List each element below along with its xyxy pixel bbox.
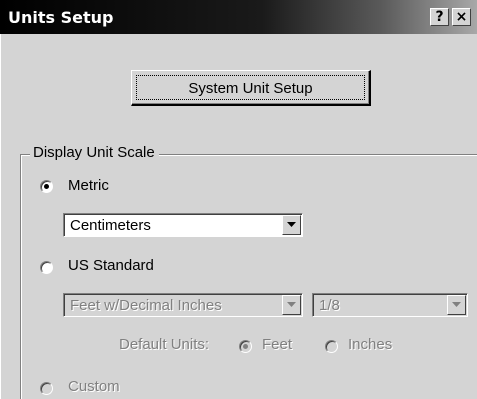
us-format-value: Feet w/Decimal Inches (70, 297, 222, 314)
metric-radio[interactable] (40, 180, 53, 193)
us-standard-label[interactable]: US Standard (68, 257, 154, 274)
radio-selected-dot (44, 184, 49, 189)
metric-label[interactable]: Metric (68, 177, 109, 194)
metric-units-dropdown[interactable]: Centimeters (63, 213, 303, 237)
display-unit-scale-title: Display Unit Scale (30, 144, 159, 161)
chevron-down-icon (452, 302, 461, 307)
help-button[interactable]: ? (430, 8, 449, 26)
custom-radio[interactable] (40, 382, 53, 395)
default-units-label: Default Units: (119, 336, 210, 353)
title-bar[interactable]: Units Setup ? × (0, 0, 477, 34)
inches-radio[interactable] (325, 340, 338, 353)
us-fraction-value: 1/8 (319, 297, 340, 314)
dropdown-button[interactable] (447, 295, 466, 315)
close-button[interactable]: × (452, 8, 471, 26)
inches-label[interactable]: Inches (348, 336, 392, 353)
custom-label[interactable]: Custom (68, 378, 120, 395)
us-fraction-dropdown[interactable]: 1/8 (312, 293, 468, 317)
chevron-down-icon (287, 222, 296, 227)
feet-radio[interactable] (239, 340, 252, 353)
us-format-dropdown[interactable]: Feet w/Decimal Inches (63, 293, 303, 317)
system-unit-setup-label: System Unit Setup (188, 80, 313, 97)
chevron-down-icon (287, 302, 296, 307)
metric-units-value: Centimeters (70, 217, 151, 234)
feet-label[interactable]: Feet (262, 336, 292, 353)
system-unit-setup-button[interactable]: System Unit Setup (131, 70, 371, 106)
dropdown-button[interactable] (282, 215, 301, 235)
us-standard-radio[interactable] (40, 261, 53, 274)
dropdown-button[interactable] (282, 295, 301, 315)
radio-selected-dot (243, 344, 248, 349)
window-title: Units Setup (8, 8, 114, 27)
